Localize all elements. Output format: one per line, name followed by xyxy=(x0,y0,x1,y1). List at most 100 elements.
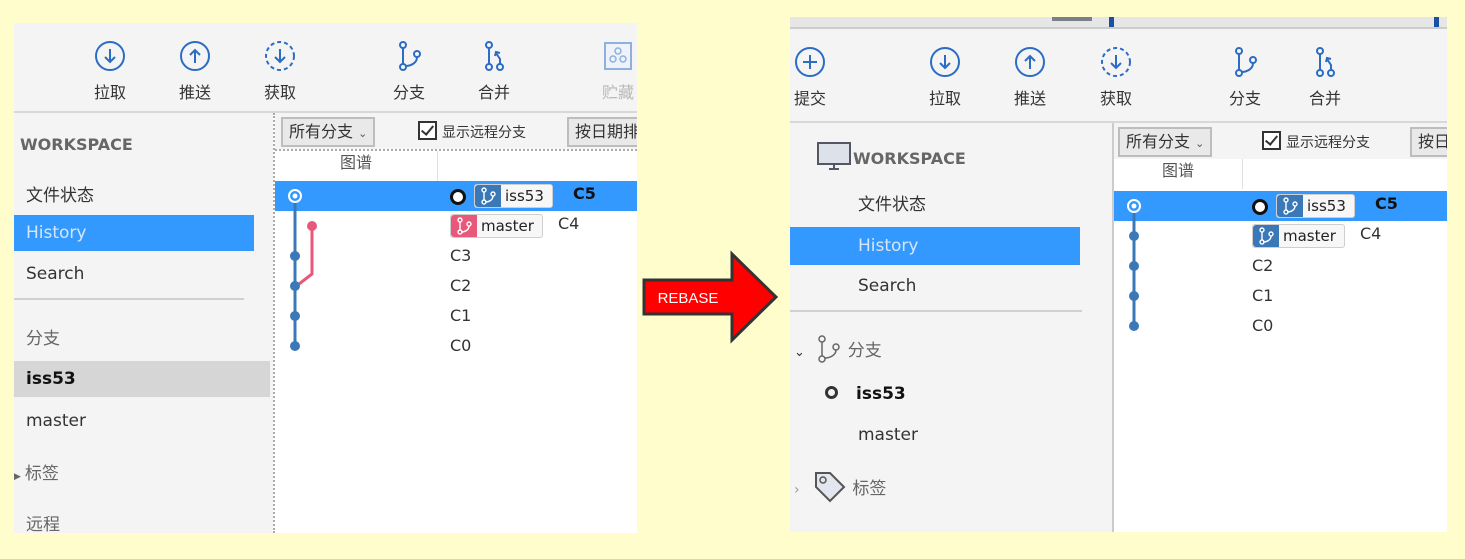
show-remote-label: 显示远程分支 xyxy=(1286,135,1370,151)
commit-node[interactable] xyxy=(1129,231,1139,241)
tag-icon xyxy=(815,472,846,503)
branch-label: master xyxy=(26,411,86,431)
sidebar-item-search[interactable]: Search xyxy=(858,268,916,304)
branch-ref-badge[interactable]: master xyxy=(1252,224,1345,248)
branch-item-master[interactable]: master xyxy=(858,417,918,453)
sort-select[interactable]: 按日期排序 xyxy=(1410,127,1447,157)
show-remote-checkbox[interactable]: 显示远程分支 xyxy=(418,121,526,143)
sidebar-divider xyxy=(790,310,1082,312)
head-indicator-icon xyxy=(825,386,838,399)
branches-header[interactable]: ⌄ 分支 xyxy=(794,333,882,369)
workspace-label: WORKSPACE xyxy=(20,135,133,154)
merge-icon xyxy=(1316,47,1335,77)
fetch-label: 获取 xyxy=(263,83,296,102)
sidebar-item-search[interactable]: Search xyxy=(26,256,256,292)
sidebar-item-label: History xyxy=(26,223,87,243)
stash-button[interactable]: 贮藏 xyxy=(588,39,637,103)
sort-select[interactable]: 按日期排序 xyxy=(567,117,637,147)
merge-button[interactable]: 合并 xyxy=(464,39,524,103)
sidebar-item-history[interactable]: History xyxy=(790,227,1080,265)
branch-icon xyxy=(818,335,841,363)
window-strip xyxy=(790,17,1447,29)
history-view: 所有分支 ⌄ 显示远程分支 按日期排序 图谱 iss53C5masterC4C2… xyxy=(1112,123,1447,532)
commit-node[interactable] xyxy=(1129,321,1139,331)
sidebar-item-history[interactable]: History xyxy=(14,215,254,251)
graph-edge-master xyxy=(298,226,314,286)
remotes-header-label: 远程 xyxy=(26,515,60,533)
chevron-down-icon: ⌄ xyxy=(794,345,805,360)
commit-message: C5 xyxy=(573,184,596,203)
splitter-handle[interactable] xyxy=(1434,17,1439,27)
chevron-right-icon: › xyxy=(794,482,800,498)
branch-ref-badge[interactable]: master xyxy=(450,214,543,238)
splitter-handle[interactable] xyxy=(1109,17,1114,27)
commit-node[interactable] xyxy=(1129,261,1139,271)
head-indicator-icon xyxy=(450,189,466,205)
branch-label: iss53 xyxy=(856,384,906,404)
commit-message: C2 xyxy=(1252,256,1274,275)
commit-node[interactable] xyxy=(1129,291,1139,301)
branch-button[interactable]: 分支 xyxy=(379,39,439,103)
rebase-label: REBASE xyxy=(658,290,719,307)
sidebar-item-file-status[interactable]: 文件状态 xyxy=(26,178,256,214)
show-remote-checkbox[interactable]: 显示远程分支 xyxy=(1262,131,1370,153)
branch-item-iss53[interactable]: iss53 xyxy=(825,376,906,412)
branch-icon xyxy=(475,185,501,207)
merge-button[interactable]: 合并 xyxy=(1295,45,1355,109)
commit-icon xyxy=(795,47,825,77)
fetch-label: 获取 xyxy=(1099,89,1132,108)
chevron-down-icon: ⌄ xyxy=(358,127,368,140)
tags-header[interactable]: › 标签 xyxy=(794,470,886,506)
commit-message: C3 xyxy=(450,246,472,265)
push-label: 推送 xyxy=(1013,89,1046,108)
branch-ref-badge[interactable]: iss53 xyxy=(1276,194,1355,218)
history-view: 所有分支 ⌄ 显示远程分支 按日期排序 图谱 iss53C5masterC4C3… xyxy=(273,113,637,533)
pull-button[interactable]: 拉取 xyxy=(80,39,140,103)
commit-node[interactable] xyxy=(307,221,317,231)
tags-header-label: 标签 xyxy=(24,464,59,484)
commit-node[interactable] xyxy=(290,251,300,261)
fetch-button[interactable]: 获取 xyxy=(250,39,310,103)
sidebar: WORKSPACE 文件状态 History Search 分支 iss53 m… xyxy=(14,113,270,533)
monitor-icon xyxy=(817,142,851,170)
branch-ref-label: master xyxy=(481,217,534,235)
remotes-header[interactable]: 远程 xyxy=(26,507,60,533)
workspace-label: WORKSPACE xyxy=(853,149,966,168)
workspace-header: WORKSPACE xyxy=(817,141,966,177)
commit-message: C0 xyxy=(1252,316,1274,335)
commit-button[interactable]: 提交 xyxy=(790,45,834,109)
commit-node[interactable] xyxy=(290,281,300,291)
sidebar-divider xyxy=(14,298,244,300)
branch-icon xyxy=(1277,195,1303,217)
sidebar-item-file-status[interactable]: 文件状态 xyxy=(858,187,926,223)
push-icon xyxy=(1015,47,1045,77)
commit-message: C2 xyxy=(450,276,472,295)
sidebar-item-label: Search xyxy=(858,276,917,296)
branch-icon xyxy=(451,215,477,237)
branch-icon xyxy=(399,41,421,71)
branch-item-master[interactable]: master xyxy=(26,403,86,439)
branch-ref-badge[interactable]: iss53 xyxy=(474,184,553,208)
pull-label: 拉取 xyxy=(928,89,961,108)
commit-node[interactable] xyxy=(290,341,300,351)
commit-message: C0 xyxy=(450,336,472,355)
commit-node[interactable] xyxy=(290,311,300,321)
pull-button[interactable]: 拉取 xyxy=(915,45,975,109)
commit-message: C1 xyxy=(1252,286,1274,305)
tags-header-label: 标签 xyxy=(852,479,887,499)
branch-label: 分支 xyxy=(392,83,425,102)
branch-label: master xyxy=(858,425,918,445)
tags-header[interactable]: ▶ 标签 xyxy=(14,456,59,492)
sidebar-item-label: History xyxy=(858,236,919,256)
branch-item-iss53[interactable]: iss53 xyxy=(14,361,270,397)
stash-icon xyxy=(604,42,632,70)
push-button[interactable]: 推送 xyxy=(165,39,225,103)
push-button[interactable]: 推送 xyxy=(1000,45,1060,109)
branches-header[interactable]: 分支 xyxy=(26,321,60,357)
commit-message: C1 xyxy=(450,306,472,325)
sort-value: 按日期排序 xyxy=(1418,132,1447,151)
branch-button[interactable]: 分支 xyxy=(1215,45,1275,109)
before-rebase-window: 拉取 推送 获取 分支 合并 贮藏 WORKSPACE 文件状态 History… xyxy=(14,23,637,533)
stash-label: 贮藏 xyxy=(601,83,634,102)
fetch-button[interactable]: 获取 xyxy=(1086,45,1146,109)
